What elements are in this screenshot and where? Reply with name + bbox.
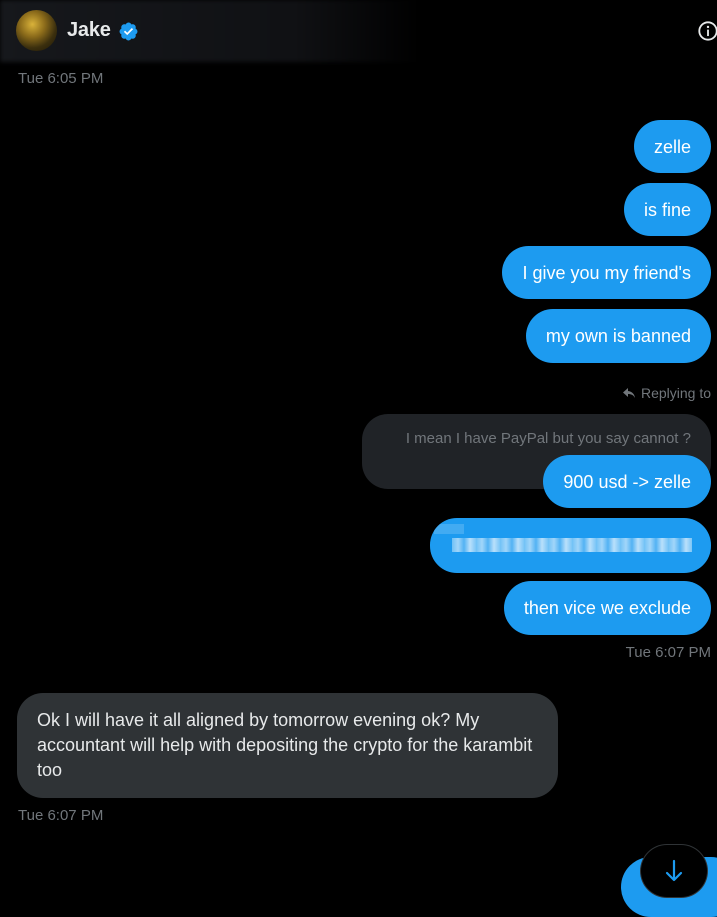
conversation-header: Jake — [0, 0, 717, 62]
header-backdrop — [0, 0, 420, 62]
contact-name[interactable]: Jake — [67, 19, 111, 42]
info-icon[interactable] — [697, 20, 717, 42]
replying-to-label: Replying to — [640, 385, 711, 401]
timestamp: Tue 6:07 PM — [625, 644, 711, 661]
verified-badge-icon — [119, 22, 138, 41]
sent-message[interactable]: then vice we exclude — [503, 581, 711, 635]
pixelated-fragment — [434, 524, 464, 534]
sent-message[interactable]: 900 usd -> zelle — [543, 455, 711, 508]
replying-to-indicator: Replying to — [622, 385, 711, 401]
quoted-message-text: I mean I have PayPal but you say cannot … — [405, 430, 691, 447]
sent-message[interactable]: I give you my friend's — [502, 246, 711, 299]
timestamp: Tue 6:05 PM — [18, 70, 104, 87]
sent-message[interactable]: is fine — [623, 183, 711, 236]
avatar[interactable] — [16, 10, 57, 51]
redacted-sent-message[interactable] — [430, 518, 711, 573]
sent-message[interactable]: zelle — [633, 120, 711, 173]
scroll-to-bottom-button[interactable] — [641, 845, 707, 897]
sent-message[interactable]: my own is banned — [525, 309, 711, 363]
pixelated-text — [452, 538, 692, 552]
received-message[interactable]: Ok I will have it all aligned by tomorro… — [17, 693, 558, 798]
reply-arrow-icon — [622, 388, 635, 398]
arrow-down-icon — [665, 859, 683, 882]
timestamp: Tue 6:07 PM — [18, 807, 104, 824]
